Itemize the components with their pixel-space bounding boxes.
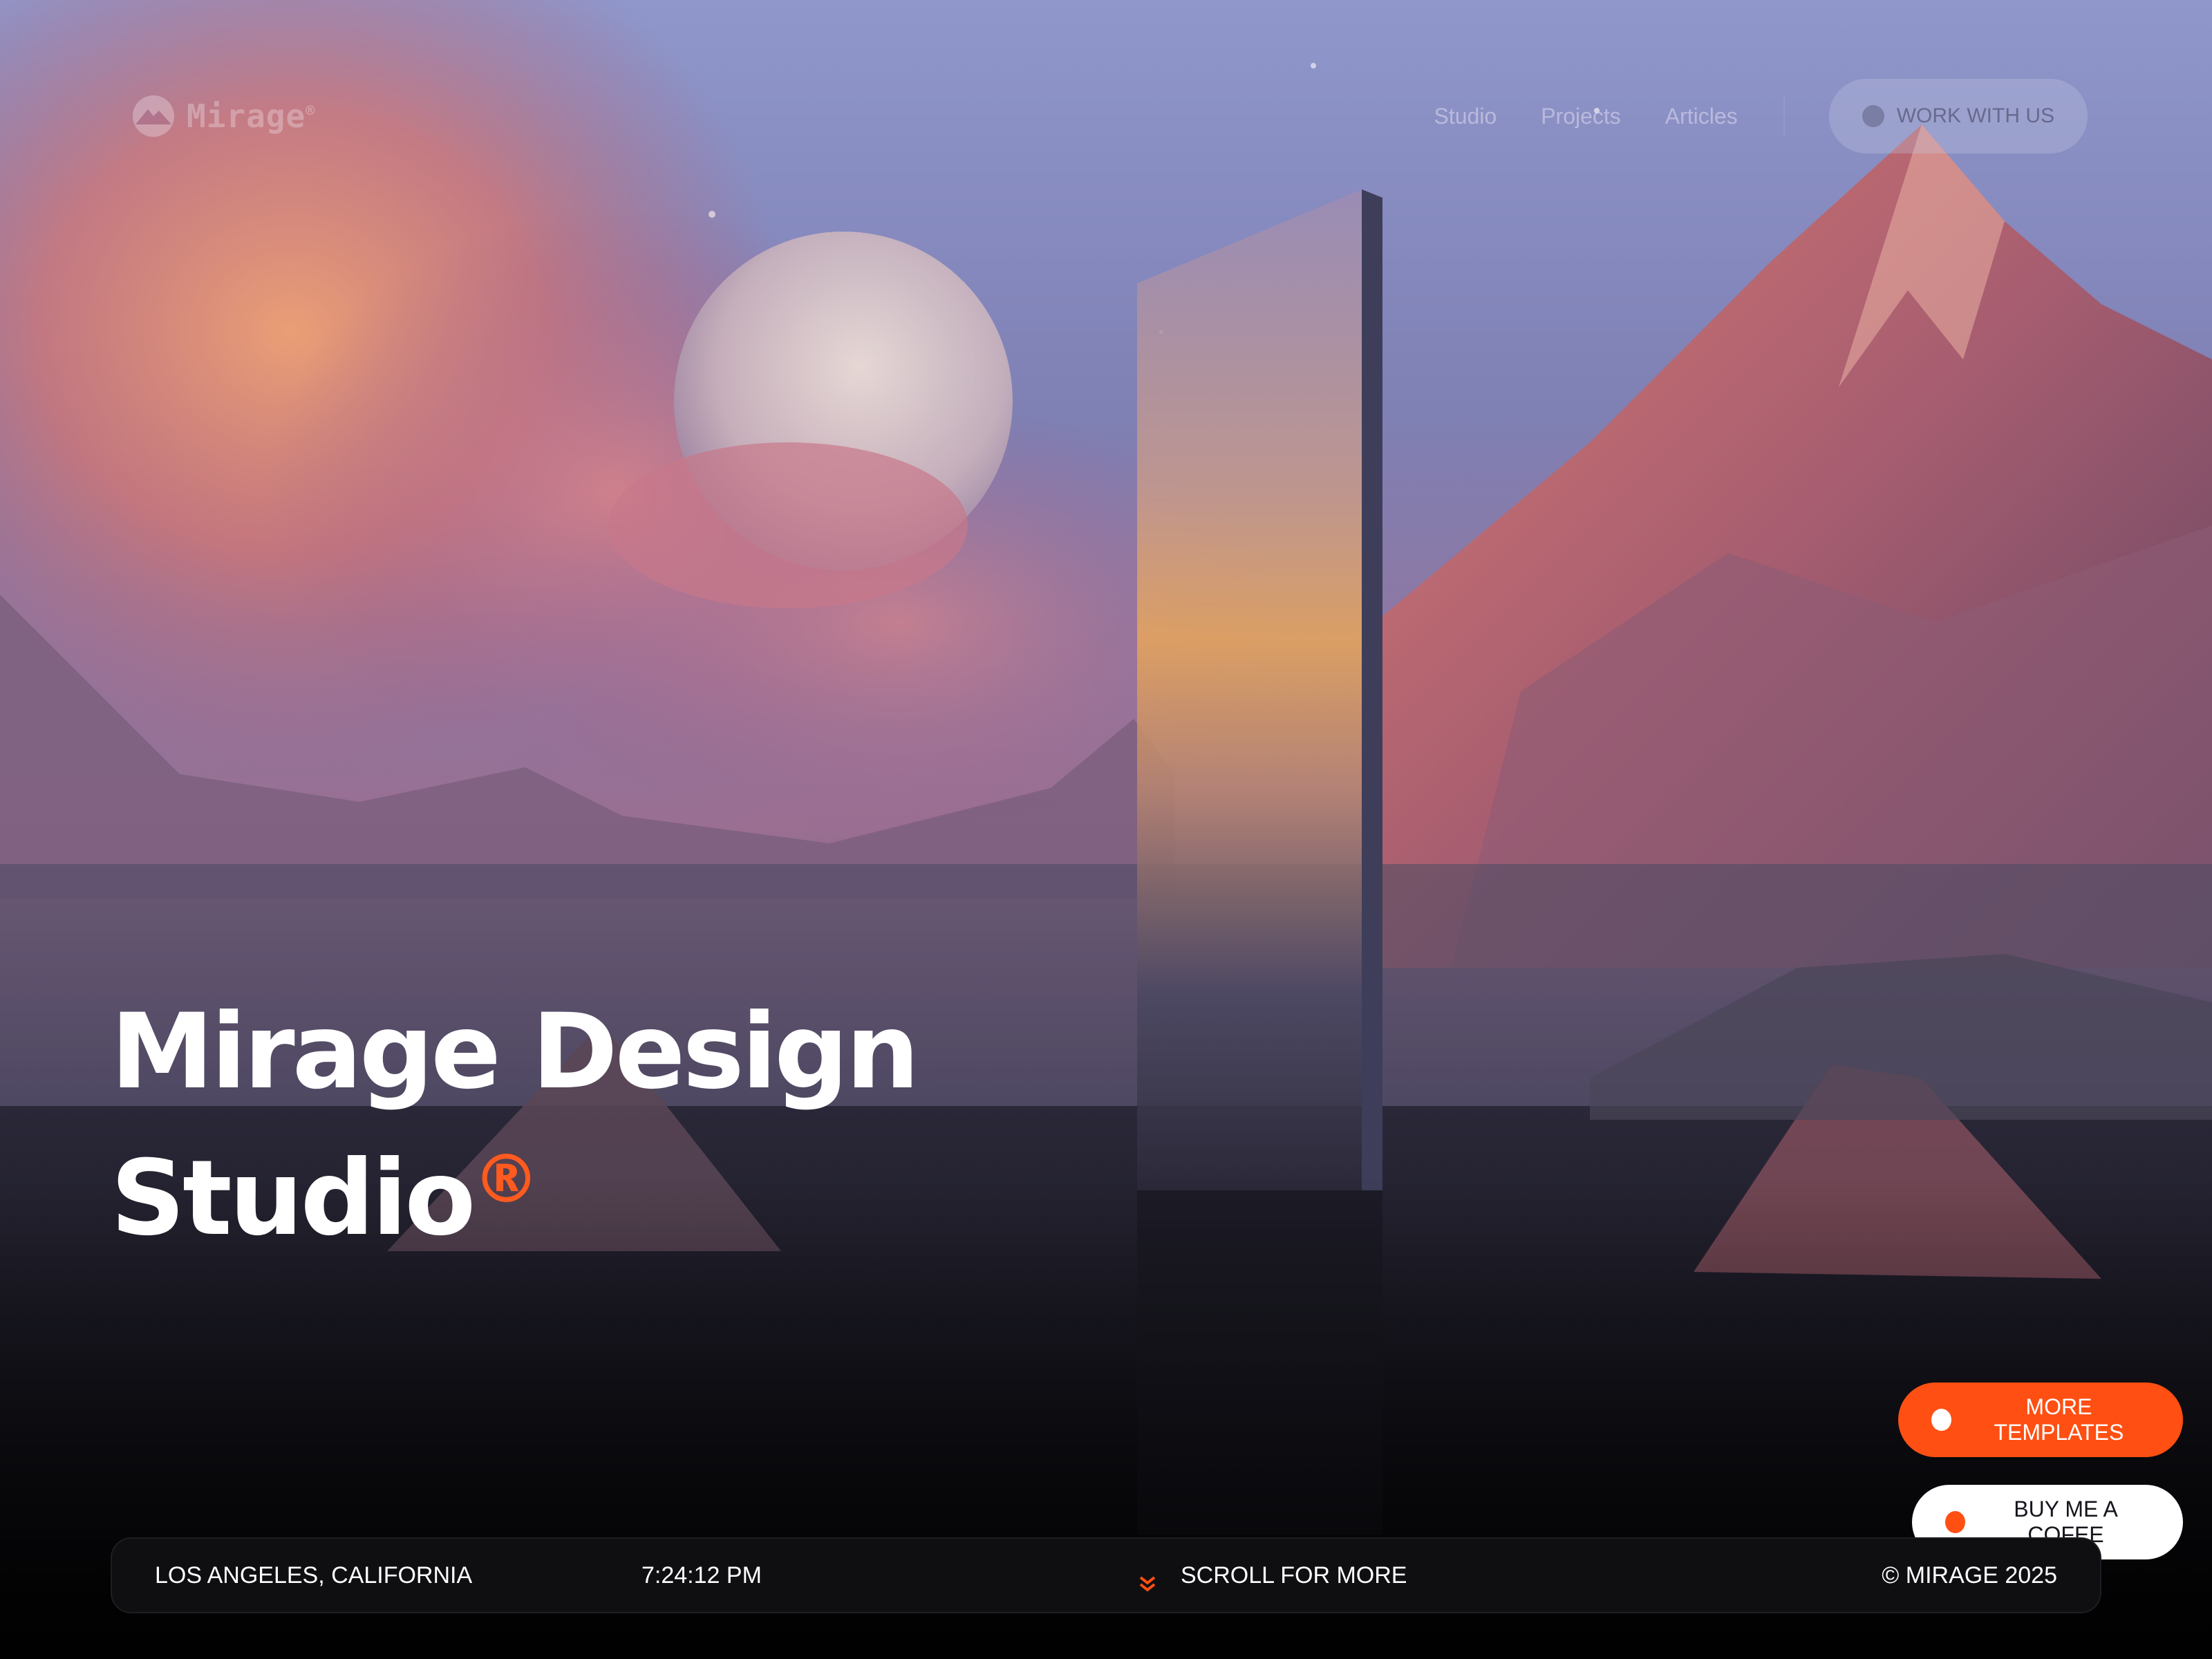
hero-background-image — [0, 0, 2212, 1659]
nav-divider — [1783, 97, 1785, 135]
work-with-us-button[interactable]: WORK WITH US — [1828, 79, 2088, 153]
hero-title: Mirage Design Studio® — [111, 988, 919, 1262]
logo-text: Mirage® — [187, 97, 316, 135]
dot-icon — [1931, 1409, 1951, 1431]
copyright-text: © MIRAGE 2025 — [1882, 1562, 2057, 1588]
nav-link-projects[interactable]: Projects — [1541, 104, 1621, 129]
nav-link-articles[interactable]: Articles — [1665, 104, 1738, 129]
location-text: LOS ANGELES, CALIFORNIA — [155, 1562, 473, 1588]
more-templates-label: MORE TEMPLATES — [1994, 1394, 2124, 1445]
clock-time: 7:24:12 PM — [641, 1562, 762, 1588]
nav-links: Studio Projects Articles — [1434, 104, 1737, 129]
hero-title-line2: Studio — [111, 1138, 476, 1259]
nav-link-studio[interactable]: Studio — [1434, 104, 1497, 129]
mountain-logo-icon — [133, 95, 174, 137]
bottom-info-bar: LOS ANGELES, CALIFORNIA 7:24:12 PM SCROL… — [111, 1537, 2101, 1613]
hero-title-line1: Mirage Design — [111, 992, 919, 1112]
page: Mirage® Studio Projects Articles WORK WI… — [0, 0, 2212, 1659]
scroll-for-more[interactable]: SCROLL FOR MORE — [1138, 1558, 1407, 1593]
registered-mark: ® — [473, 1141, 540, 1218]
scroll-for-more-label: SCROLL FOR MORE — [1181, 1562, 1407, 1588]
more-templates-button[interactable]: MORE TEMPLATES — [1898, 1382, 2183, 1457]
work-with-us-label: WORK WITH US — [1896, 104, 2054, 127]
scroll-down-icon — [1139, 1576, 1156, 1592]
top-navigation: Mirage® Studio Projects Articles WORK WI… — [111, 69, 2088, 163]
brand-logo[interactable]: Mirage® — [131, 94, 315, 138]
dot-icon — [1862, 105, 1884, 127]
nav-right: Studio Projects Articles WORK WITH US — [1434, 79, 2088, 153]
dot-icon — [1945, 1511, 1966, 1533]
